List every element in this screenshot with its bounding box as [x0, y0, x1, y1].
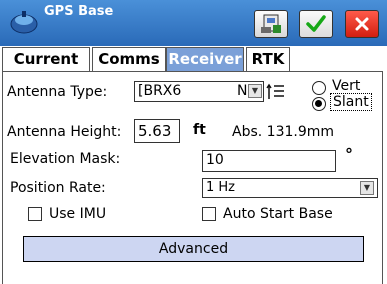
receiver-settings-icon: [261, 14, 281, 33]
store-settings-button[interactable]: [254, 10, 288, 38]
antenna-height-input[interactable]: 5.63: [134, 119, 180, 143]
tab-receiver[interactable]: Receiver: [166, 47, 244, 72]
window-title: GPS Base: [44, 4, 114, 19]
elevation-mask-label: Elevation Mask:: [10, 151, 121, 167]
vert-label: Vert: [332, 78, 361, 94]
tab-comms[interactable]: Comms: [92, 47, 166, 72]
antenna-type-label: Antenna Type:: [7, 84, 108, 100]
antenna-height-label: Antenna Height:: [7, 124, 122, 140]
degree-unit: °: [345, 145, 353, 164]
slant-radio[interactable]: [312, 97, 326, 111]
elevation-mask-input[interactable]: 10: [202, 150, 336, 172]
position-rate-label: Position Rate:: [10, 180, 106, 196]
tab-current[interactable]: Current: [2, 47, 90, 72]
slant-label: Slant: [330, 93, 372, 111]
antenna-type-suffix: N: [237, 83, 248, 99]
antenna-type-select[interactable]: [BRX6 N ▼: [134, 81, 264, 102]
antenna-list-icon[interactable]: [266, 82, 286, 102]
vert-radio[interactable]: [312, 81, 326, 95]
use-imu-label: Use IMU: [49, 206, 107, 222]
absolute-height-text: Abs. 131.9mm: [232, 124, 335, 140]
chevron-down-icon: ▼: [248, 84, 262, 98]
ok-button[interactable]: [299, 10, 333, 38]
gps-base-app-icon: [10, 11, 38, 34]
position-rate-select[interactable]: 1 Hz ▼: [202, 178, 378, 198]
title-bar: GPS Base: [0, 0, 387, 46]
use-imu-checkbox[interactable]: [28, 207, 42, 221]
antenna-type-value: [BRX6: [138, 83, 182, 99]
auto-start-base-checkbox[interactable]: [202, 207, 216, 221]
checkmark-icon: [306, 15, 326, 32]
close-icon: [355, 17, 369, 31]
chevron-down-icon: ▼: [360, 181, 374, 195]
tab-bar: Current Comms Receiver RTK: [0, 46, 387, 72]
cancel-button[interactable]: [345, 10, 379, 38]
advanced-button[interactable]: Advanced: [23, 236, 364, 262]
position-rate-value: 1 Hz: [206, 180, 236, 195]
auto-start-base-label: Auto Start Base: [223, 206, 333, 222]
antenna-height-unit: ft: [193, 122, 206, 138]
tab-rtk[interactable]: RTK: [246, 47, 290, 72]
